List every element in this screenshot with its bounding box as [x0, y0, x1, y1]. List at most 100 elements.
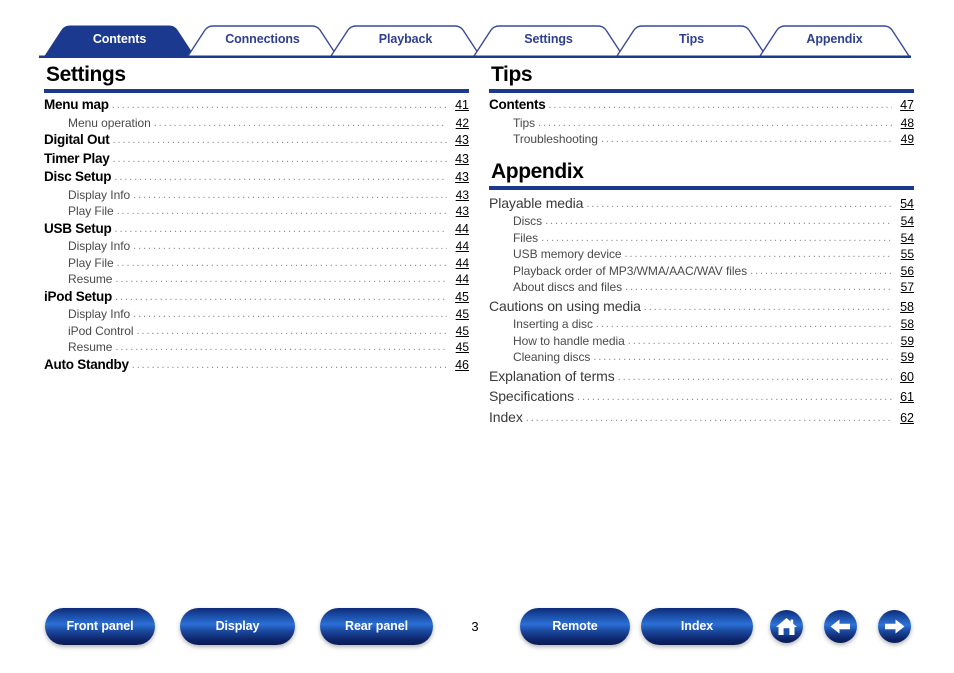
display-button[interactable]: Display	[180, 608, 295, 645]
toc-entry[interactable]: Playable media..........................…	[489, 193, 914, 214]
tab-settings[interactable]: Settings	[491, 22, 606, 56]
toc-entry-page[interactable]: 49	[892, 131, 914, 148]
index-button[interactable]: Index	[641, 608, 753, 645]
toc-entry[interactable]: iPod Setup..............................…	[44, 288, 469, 307]
toc-entry-page[interactable]: 44	[447, 255, 469, 272]
toc-entry-page[interactable]: 43	[447, 187, 469, 204]
toc-leader-dots: ........................................…	[116, 205, 447, 217]
toc-entry-page[interactable]: 54	[892, 194, 914, 214]
tab-contents[interactable]: Contents	[62, 22, 177, 56]
toc-entry-page[interactable]: 43	[447, 150, 469, 169]
toc-entry[interactable]: Cautions on using media.................…	[489, 296, 914, 317]
toc-entry[interactable]: iPod Control............................…	[44, 323, 469, 340]
toc-entry-page[interactable]: 41	[447, 96, 469, 115]
toc-entry-page[interactable]: 56	[892, 263, 914, 280]
toc-entry-label: Digital Out	[44, 132, 110, 147]
toc-entry[interactable]: Explanation of terms....................…	[489, 366, 914, 387]
toc-entry-page[interactable]: 45	[447, 339, 469, 356]
toc-entry-page[interactable]: 58	[892, 297, 914, 317]
toc-entry[interactable]: Display Info............................…	[44, 187, 469, 204]
toc-entry[interactable]: Disc Setup..............................…	[44, 168, 469, 187]
toc-entry-label: Auto Standby	[44, 356, 129, 372]
toc-entry[interactable]: Resume..................................…	[44, 339, 469, 356]
toc-entry[interactable]: Menu map................................…	[44, 96, 469, 115]
toc-entry[interactable]: Timer Play..............................…	[44, 150, 469, 169]
home-button[interactable]	[770, 610, 803, 643]
toc-entry-page[interactable]: 59	[892, 349, 914, 366]
toc-entry[interactable]: Discs...................................…	[489, 213, 914, 230]
toc-entry-page[interactable]: 54	[892, 230, 914, 247]
arrow-right-icon	[885, 619, 905, 634]
tab-playback[interactable]: Playback	[348, 22, 463, 56]
remote-button[interactable]: Remote	[520, 608, 630, 645]
toc-leader-dots: ........................................…	[133, 240, 447, 252]
toc-entry-page[interactable]: 54	[892, 213, 914, 230]
toc-leader-dots: ........................................…	[545, 215, 892, 227]
toc-entry-page[interactable]: 43	[447, 131, 469, 150]
toc-entry[interactable]: Index...................................…	[489, 407, 914, 428]
toc-entry-label: How to handle media	[513, 333, 625, 348]
toc-entry[interactable]: About discs and files...................…	[489, 279, 914, 296]
toc-entry-page[interactable]: 44	[447, 271, 469, 288]
toc-entry[interactable]: Contents................................…	[489, 96, 914, 115]
toc-entry[interactable]: How to handle media.....................…	[489, 333, 914, 350]
toc-entry-page[interactable]: 55	[892, 246, 914, 263]
tab-appendix[interactable]: Appendix	[777, 22, 892, 56]
toc-entry-page[interactable]: 47	[892, 96, 914, 115]
back-button[interactable]	[824, 610, 857, 643]
toc-entry-page[interactable]: 60	[892, 367, 914, 387]
toc-entry[interactable]: Play File...............................…	[44, 255, 469, 272]
tab-connections[interactable]: Connections	[205, 22, 320, 56]
toc-entry[interactable]: Auto Standby............................…	[44, 356, 469, 375]
toc-entry-page[interactable]: 59	[892, 333, 914, 350]
toc-entry-page[interactable]: 43	[447, 203, 469, 220]
toc-entry-page[interactable]: 45	[447, 323, 469, 340]
toc-entry[interactable]: Inserting a disc........................…	[489, 316, 914, 333]
toc-entry-page[interactable]: 61	[892, 387, 914, 407]
toc-entry-label: Inserting a disc	[513, 317, 593, 331]
toc-entry-page[interactable]: 43	[447, 168, 469, 187]
toc-entry[interactable]: Display Info............................…	[44, 306, 469, 323]
toc-leader-dots: ........................................…	[625, 281, 892, 293]
toc-entry[interactable]: Tips....................................…	[489, 115, 914, 132]
toc-entry-label: Specifications	[489, 388, 574, 404]
toc-leader-dots: ........................................…	[153, 116, 447, 129]
toc-entry-label: Contents	[489, 97, 546, 112]
tab-tips[interactable]: Tips	[634, 22, 749, 56]
toc-entry[interactable]: Play File...............................…	[44, 203, 469, 220]
toc-entry-page[interactable]: 58	[892, 316, 914, 333]
toc-leader-dots: ........................................…	[136, 324, 447, 337]
toc-entry-page[interactable]: 48	[892, 115, 914, 132]
toc-entry-page[interactable]: 44	[447, 238, 469, 255]
toc-column-right: Tips Contents...........................…	[489, 62, 914, 427]
toc-entry[interactable]: Resume..................................…	[44, 271, 469, 288]
forward-button[interactable]	[878, 610, 911, 643]
toc-entry-page[interactable]: 45	[447, 288, 469, 307]
toc-entry[interactable]: Playback order of MP3/WMA/AAC/WAV files.…	[489, 263, 914, 280]
toc-entry-label: Menu operation	[68, 115, 151, 130]
toc-entry[interactable]: Cleaning discs..........................…	[489, 349, 914, 366]
toc-entry-label: Files	[513, 230, 539, 245]
toc-entry-page[interactable]: 42	[447, 115, 469, 132]
toc-entry-label: Troubleshooting	[513, 132, 598, 146]
toc-entry-page[interactable]: 57	[892, 279, 914, 296]
toc-entry[interactable]: Menu operation..........................…	[44, 115, 469, 132]
toc-entry-page[interactable]: 62	[892, 408, 914, 428]
toc-entry-page[interactable]: 44	[447, 220, 469, 239]
toc-entry-page[interactable]: 46	[447, 356, 469, 375]
toc-entry[interactable]: Troubleshooting.........................…	[489, 131, 914, 148]
toc-entry-label: Display Info	[68, 307, 131, 321]
toc-entry[interactable]: Files...................................…	[489, 230, 914, 247]
section-rule	[489, 185, 914, 190]
toc-entry-label: Timer Play	[44, 150, 110, 166]
rear-panel-button[interactable]: Rear panel	[320, 608, 433, 645]
toc-entry[interactable]: Digital Out.............................…	[44, 131, 469, 150]
toc-entry[interactable]: Specifications..........................…	[489, 386, 914, 407]
toc-leader-dots: ........................................…	[112, 152, 447, 165]
toc-entry[interactable]: Display Info............................…	[44, 238, 469, 255]
toc-entry-page[interactable]: 45	[447, 306, 469, 323]
section-title-appendix: Appendix	[491, 159, 584, 183]
toc-entry[interactable]: USB memory device.......................…	[489, 246, 914, 263]
toc-entry[interactable]: USB Setup...............................…	[44, 220, 469, 239]
front-panel-button[interactable]: Front panel	[45, 608, 155, 645]
